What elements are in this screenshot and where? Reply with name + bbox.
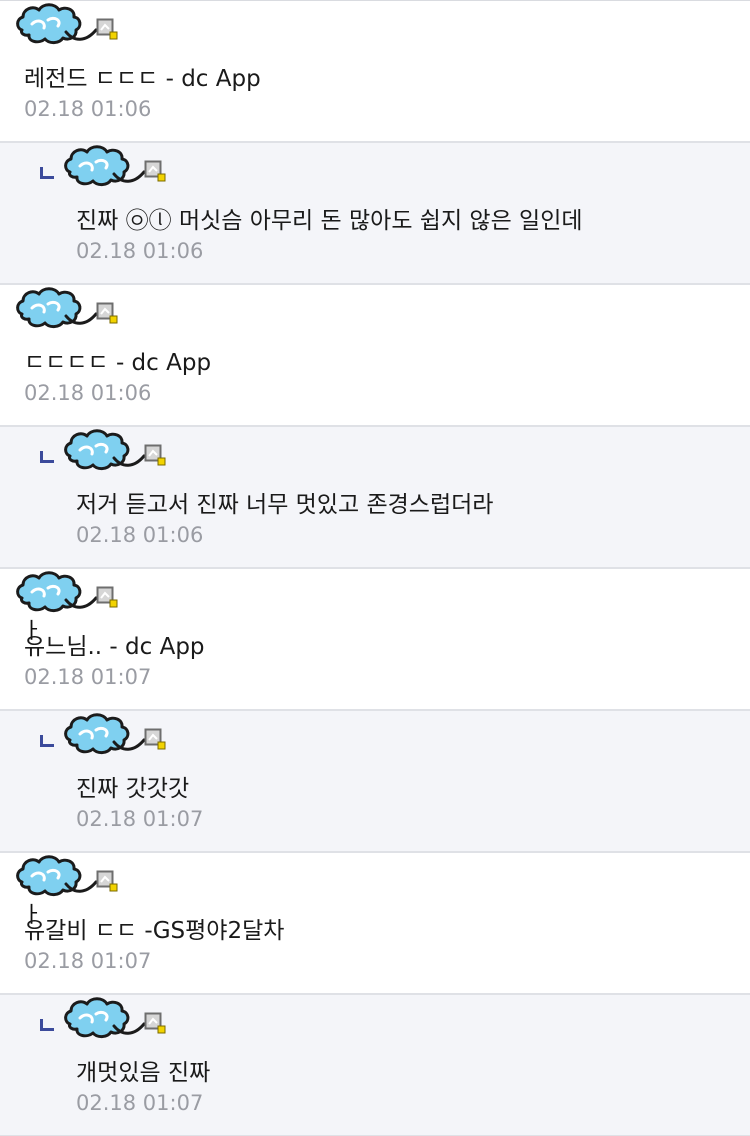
- cloud-icon: [14, 286, 100, 336]
- cloud-icon: [62, 428, 148, 478]
- cloud-icon: [62, 144, 148, 194]
- gallery-badge-icon: [144, 1012, 166, 1038]
- comment-item[interactable]: ㄷ ㅏ 유갈비 ㄷㄷ -GS평야2달차 02.18 01:07: [0, 853, 750, 995]
- reply-arrow-icon: [40, 1019, 54, 1031]
- comment-item[interactable]: ㅊ ㅏ 유느님.. - dc App 02.18 01:07: [0, 569, 750, 711]
- nickname-area[interactable]: ㅣ: [40, 712, 166, 762]
- reply-arrow-icon: [40, 167, 54, 179]
- comment-item[interactable]: ㄷㄷㄷㄷ - dc App 02.18 01:06: [0, 285, 750, 427]
- comment-text: 진짜 ㉧ⓛ 머싯슴 아무리 돈 많아도 쉽지 않은 일인데: [76, 208, 583, 234]
- comment-date: 02.18 01:06: [76, 239, 204, 263]
- gallery-badge-icon: [144, 160, 166, 186]
- gallery-badge-icon: [96, 870, 118, 896]
- comment-text: 진짜 갓갓갓: [76, 776, 190, 802]
- comment-text: 개멋있음 진짜: [76, 1060, 211, 1086]
- gallery-badge-icon: [144, 444, 166, 470]
- reply-arrow-icon: [40, 735, 54, 747]
- cloud-icon: [14, 2, 100, 52]
- reply-item[interactable]: ㅣ 진짜 갓갓갓 02.18 01:07: [0, 711, 750, 853]
- nickname-area[interactable]: [14, 286, 118, 336]
- cloud-icon: [62, 996, 148, 1046]
- reply-arrow-icon: [40, 451, 54, 463]
- comment-item[interactable]: 레전드 ㄷㄷㄷ - dc App 02.18 01:06: [0, 1, 750, 143]
- cloud-icon: [14, 854, 100, 904]
- comment-date: 02.18 01:06: [76, 523, 204, 547]
- comment-text: 유느님.. - dc App: [24, 634, 205, 660]
- gallery-badge-icon: [96, 18, 118, 44]
- comment-text: 레전드 ㄷㄷㄷ - dc App: [24, 66, 261, 92]
- nickname-area[interactable]: [40, 144, 166, 194]
- comment-date: 02.18 01:07: [24, 949, 152, 973]
- gallery-badge-icon: [144, 728, 166, 754]
- comment-date: 02.18 01:07: [24, 665, 152, 689]
- nickname-area[interactable]: ㄷ ㅏ: [14, 854, 118, 928]
- cloud-icon: [62, 712, 148, 762]
- nickname-area[interactable]: [40, 996, 166, 1046]
- nickname-area[interactable]: ㅊ ㅏ: [14, 570, 118, 644]
- gallery-badge-icon: [96, 586, 118, 612]
- comment-text: 저거 듣고서 진짜 너무 멋있고 존경스럽더라: [76, 492, 494, 518]
- comment-date: 02.18 01:07: [76, 807, 204, 831]
- nickname-area[interactable]: [40, 428, 166, 478]
- reply-item[interactable]: 진짜 ㉧ⓛ 머싯슴 아무리 돈 많아도 쉽지 않은 일인데 02.18 01:06: [0, 143, 750, 285]
- comment-date: 02.18 01:06: [24, 97, 152, 121]
- comment-text: 유갈비 ㄷㄷ -GS평야2달차: [24, 918, 285, 944]
- comment-text: ㄷㄷㄷㄷ - dc App: [24, 350, 212, 376]
- gallery-badge-icon: [96, 302, 118, 328]
- nickname-area[interactable]: [14, 2, 118, 52]
- comment-date: 02.18 01:06: [24, 381, 152, 405]
- comment-list: 레전드 ㄷㄷㄷ - dc App 02.18 01:06 진짜 ㉧ⓛ 머싯슴 아무…: [0, 0, 750, 1136]
- reply-item[interactable]: 개멋있음 진짜 02.18 01:07: [0, 995, 750, 1136]
- reply-item[interactable]: 저거 듣고서 진짜 너무 멋있고 존경스럽더라 02.18 01:06: [0, 427, 750, 569]
- cloud-icon: [14, 570, 100, 620]
- comment-date: 02.18 01:07: [76, 1091, 204, 1115]
